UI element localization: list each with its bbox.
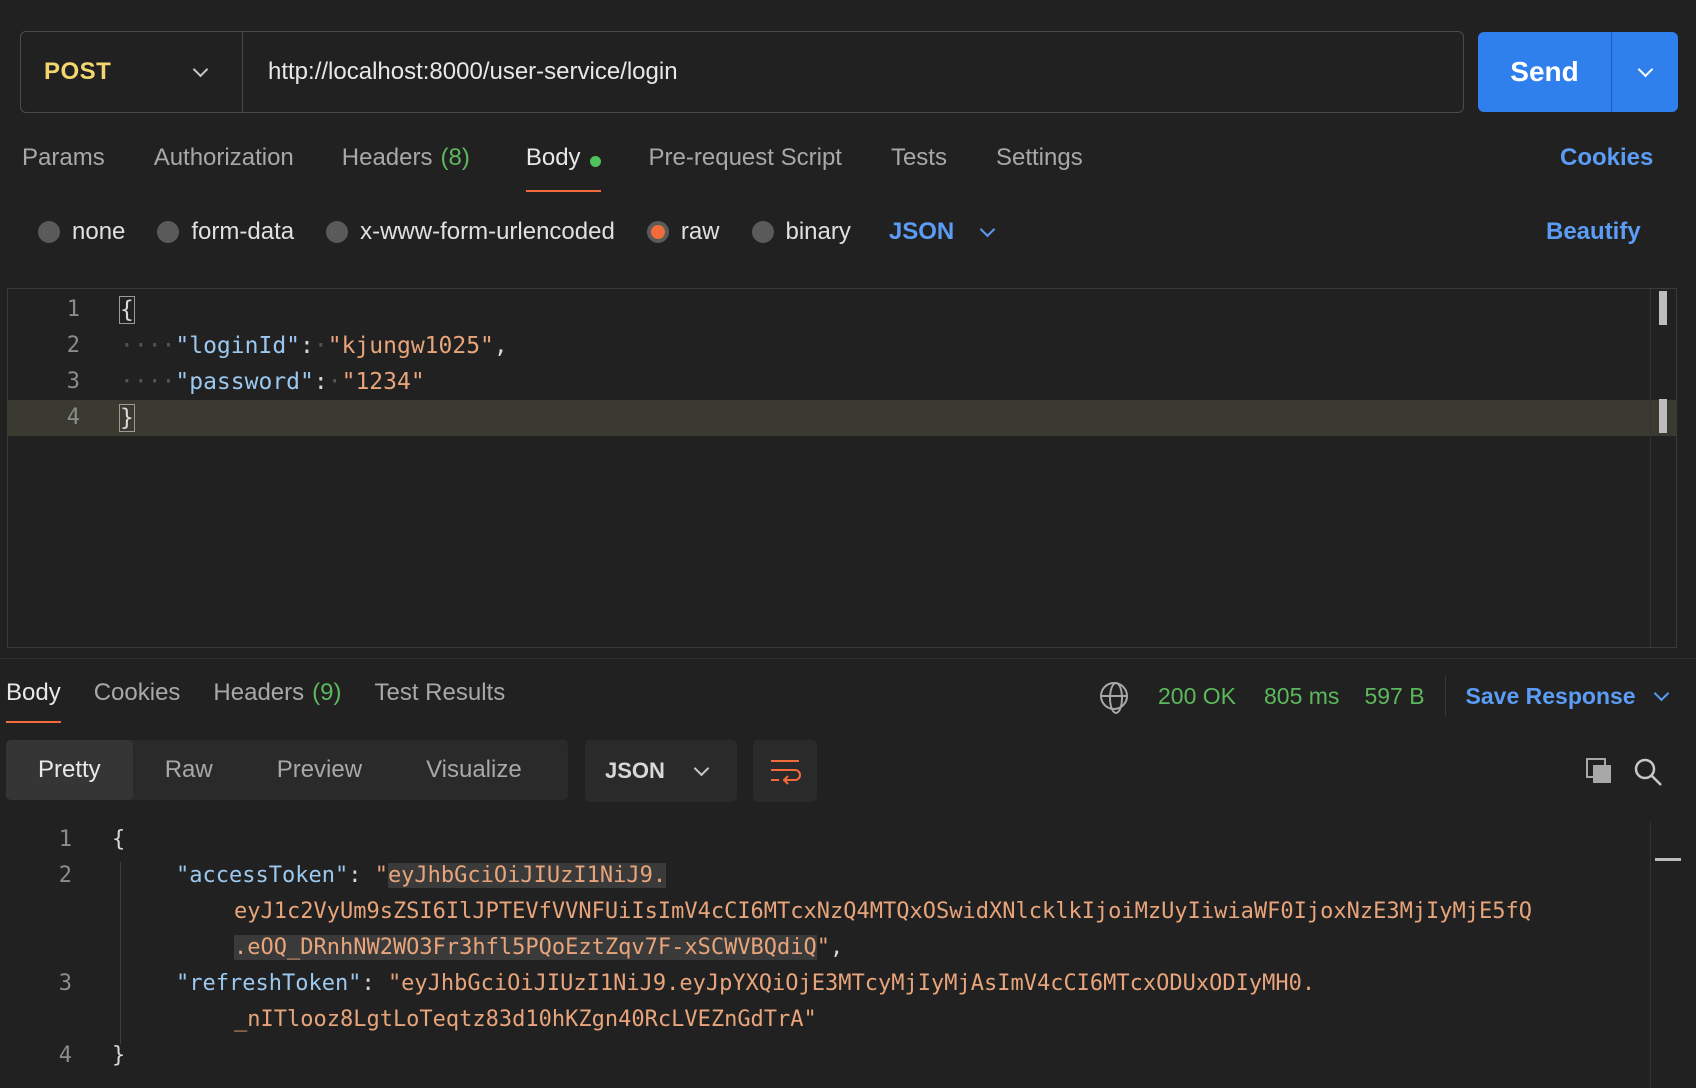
headers-count: (8) xyxy=(440,144,470,171)
chevron-down-icon xyxy=(192,61,209,77)
json-key: "accessToken" xyxy=(176,863,349,888)
response-tab-test-results[interactable]: Test Results xyxy=(374,675,505,723)
body-format-select[interactable]: JSON xyxy=(889,218,996,246)
code-line: 2 ····"loginId":·"kjungw1025", xyxy=(8,328,1676,364)
tab-body[interactable]: Body xyxy=(525,140,601,192)
scroll-cursor-marker xyxy=(1659,399,1667,433)
response-format-select[interactable]: JSON xyxy=(585,740,737,802)
cookies-link[interactable]: Cookies xyxy=(1560,144,1653,172)
radio-circle-icon xyxy=(38,221,60,243)
json-key: "loginId" xyxy=(175,333,301,359)
json-value: eyJhbGciOiJIUzI1NiJ9. xyxy=(387,863,667,888)
line-number: 2 xyxy=(58,863,72,888)
beautify-button[interactable]: Beautify xyxy=(1546,218,1641,246)
pane-divider[interactable] xyxy=(0,658,1696,659)
request-body-editor[interactable]: 1 { 2 ····"loginId":·"kjungw1025", 3 ···… xyxy=(7,288,1677,648)
search-icon[interactable] xyxy=(1633,757,1663,787)
radio-selected-icon xyxy=(646,221,669,243)
line-number: 1 xyxy=(58,827,72,852)
scroll-thumb[interactable] xyxy=(1659,291,1667,325)
response-body-viewer[interactable]: 1 { 2 "accessToken": "eyJhbGciOiJIUzI1Ni… xyxy=(0,822,1696,1088)
mode-preview[interactable]: Preview xyxy=(245,740,394,800)
mode-visualize[interactable]: Visualize xyxy=(394,740,554,800)
response-tab-body[interactable]: Body xyxy=(6,675,61,723)
save-response-button[interactable]: Save Response xyxy=(1466,683,1669,710)
tab-headers[interactable]: Headers (8) xyxy=(342,140,470,192)
radio-form-data[interactable]: form-data xyxy=(157,218,294,246)
code-brace: } xyxy=(119,404,135,432)
json-value: eyJ1c2VyUm9sZSI6IlJPTEVfVVNFUiIsImV4cCI6… xyxy=(234,899,1533,924)
response-tab-headers[interactable]: Headers (9) xyxy=(213,675,341,723)
request-tabs: Params Authorization Headers (8) Body Pr… xyxy=(22,140,1083,192)
line-number: 3 xyxy=(58,971,72,996)
line-number: 3 xyxy=(66,369,80,394)
json-key: "refreshToken" xyxy=(176,971,362,996)
wrap-lines-button[interactable] xyxy=(753,740,817,802)
code-line: 3 ····"password":·"1234" xyxy=(8,364,1676,400)
indent-guide xyxy=(120,862,121,1044)
response-status: 200 OK 805 ms 597 B Save Response xyxy=(1100,676,1669,716)
line-number: 4 xyxy=(58,1043,72,1068)
json-value: .eOQ_DRnhNW2WO3Fr3hfl5PQoEztZqv7F-xSCWVB… xyxy=(234,935,817,960)
line-number: 2 xyxy=(66,333,80,358)
response-time[interactable]: 805 ms xyxy=(1264,683,1339,710)
chevron-down-icon xyxy=(1637,61,1653,77)
json-value: "kjungw1025" xyxy=(327,333,494,359)
code-brace: } xyxy=(112,1043,126,1068)
radio-circle-icon xyxy=(157,221,180,243)
line-number: 1 xyxy=(66,297,80,322)
radio-none[interactable]: none xyxy=(38,218,125,246)
code-brace: { xyxy=(119,296,135,324)
response-view-modes: Pretty Raw Preview Visualize xyxy=(6,740,568,800)
headers-count: (9) xyxy=(312,679,342,706)
response-scrollbar[interactable] xyxy=(1650,822,1681,1088)
status-code[interactable]: 200 OK xyxy=(1158,683,1236,710)
tab-authorization[interactable]: Authorization xyxy=(154,140,294,192)
mode-pretty[interactable]: Pretty xyxy=(6,740,133,800)
mode-raw[interactable]: Raw xyxy=(133,740,245,800)
response-tab-cookies[interactable]: Cookies xyxy=(94,675,181,723)
tab-tests[interactable]: Tests xyxy=(891,140,947,192)
tab-settings[interactable]: Settings xyxy=(996,140,1083,192)
modified-dot-icon xyxy=(589,156,601,167)
json-value: _nITlooz8LgtLoTeqtz83d10hKZgn40RcLVEZnGd… xyxy=(234,1007,817,1032)
response-size[interactable]: 597 B xyxy=(1364,683,1424,710)
code-line: 1 { xyxy=(8,292,1676,328)
method-label: POST xyxy=(44,58,112,85)
send-button-group: Send xyxy=(1478,32,1678,112)
code-brace: { xyxy=(112,827,126,852)
send-options-button[interactable] xyxy=(1612,32,1678,112)
radio-binary[interactable]: binary xyxy=(751,218,851,246)
url-bar: POST http://localhost:8000/user-service/… xyxy=(20,31,1464,113)
chevron-down-icon xyxy=(979,221,996,237)
json-value: "eyJhbGciOiJIUzI1NiJ9.eyJpYXQiOjE3MTcyMj… xyxy=(387,971,1316,996)
method-select[interactable]: POST xyxy=(21,32,243,112)
url-input[interactable]: http://localhost:8000/user-service/login xyxy=(243,58,678,86)
response-tabs: Body Cookies Headers (9) Test Results xyxy=(6,675,505,723)
code-line-active: 4 } xyxy=(8,400,1676,436)
json-key: "password" xyxy=(175,369,314,395)
wrap-lines-icon xyxy=(771,760,801,785)
radio-urlencoded[interactable]: x-www-form-urlencoded xyxy=(326,218,615,246)
radio-raw[interactable]: raw xyxy=(646,218,720,246)
globe-icon[interactable] xyxy=(1100,682,1128,714)
line-number: 4 xyxy=(66,405,80,430)
chevron-down-icon xyxy=(693,760,710,776)
tab-params[interactable]: Params xyxy=(22,140,105,192)
copy-icon[interactable] xyxy=(1585,757,1613,785)
body-type-options: none form-data x-www-form-urlencoded raw… xyxy=(38,216,996,248)
chevron-down-icon xyxy=(1653,685,1669,701)
separator xyxy=(1444,676,1446,716)
radio-circle-icon xyxy=(751,221,774,243)
tab-pre-request-script[interactable]: Pre-request Script xyxy=(649,140,842,192)
json-value: "1234" xyxy=(341,369,425,395)
send-button[interactable]: Send xyxy=(1478,32,1612,112)
editor-scrollbar[interactable] xyxy=(1650,289,1676,647)
radio-circle-icon xyxy=(326,221,349,243)
